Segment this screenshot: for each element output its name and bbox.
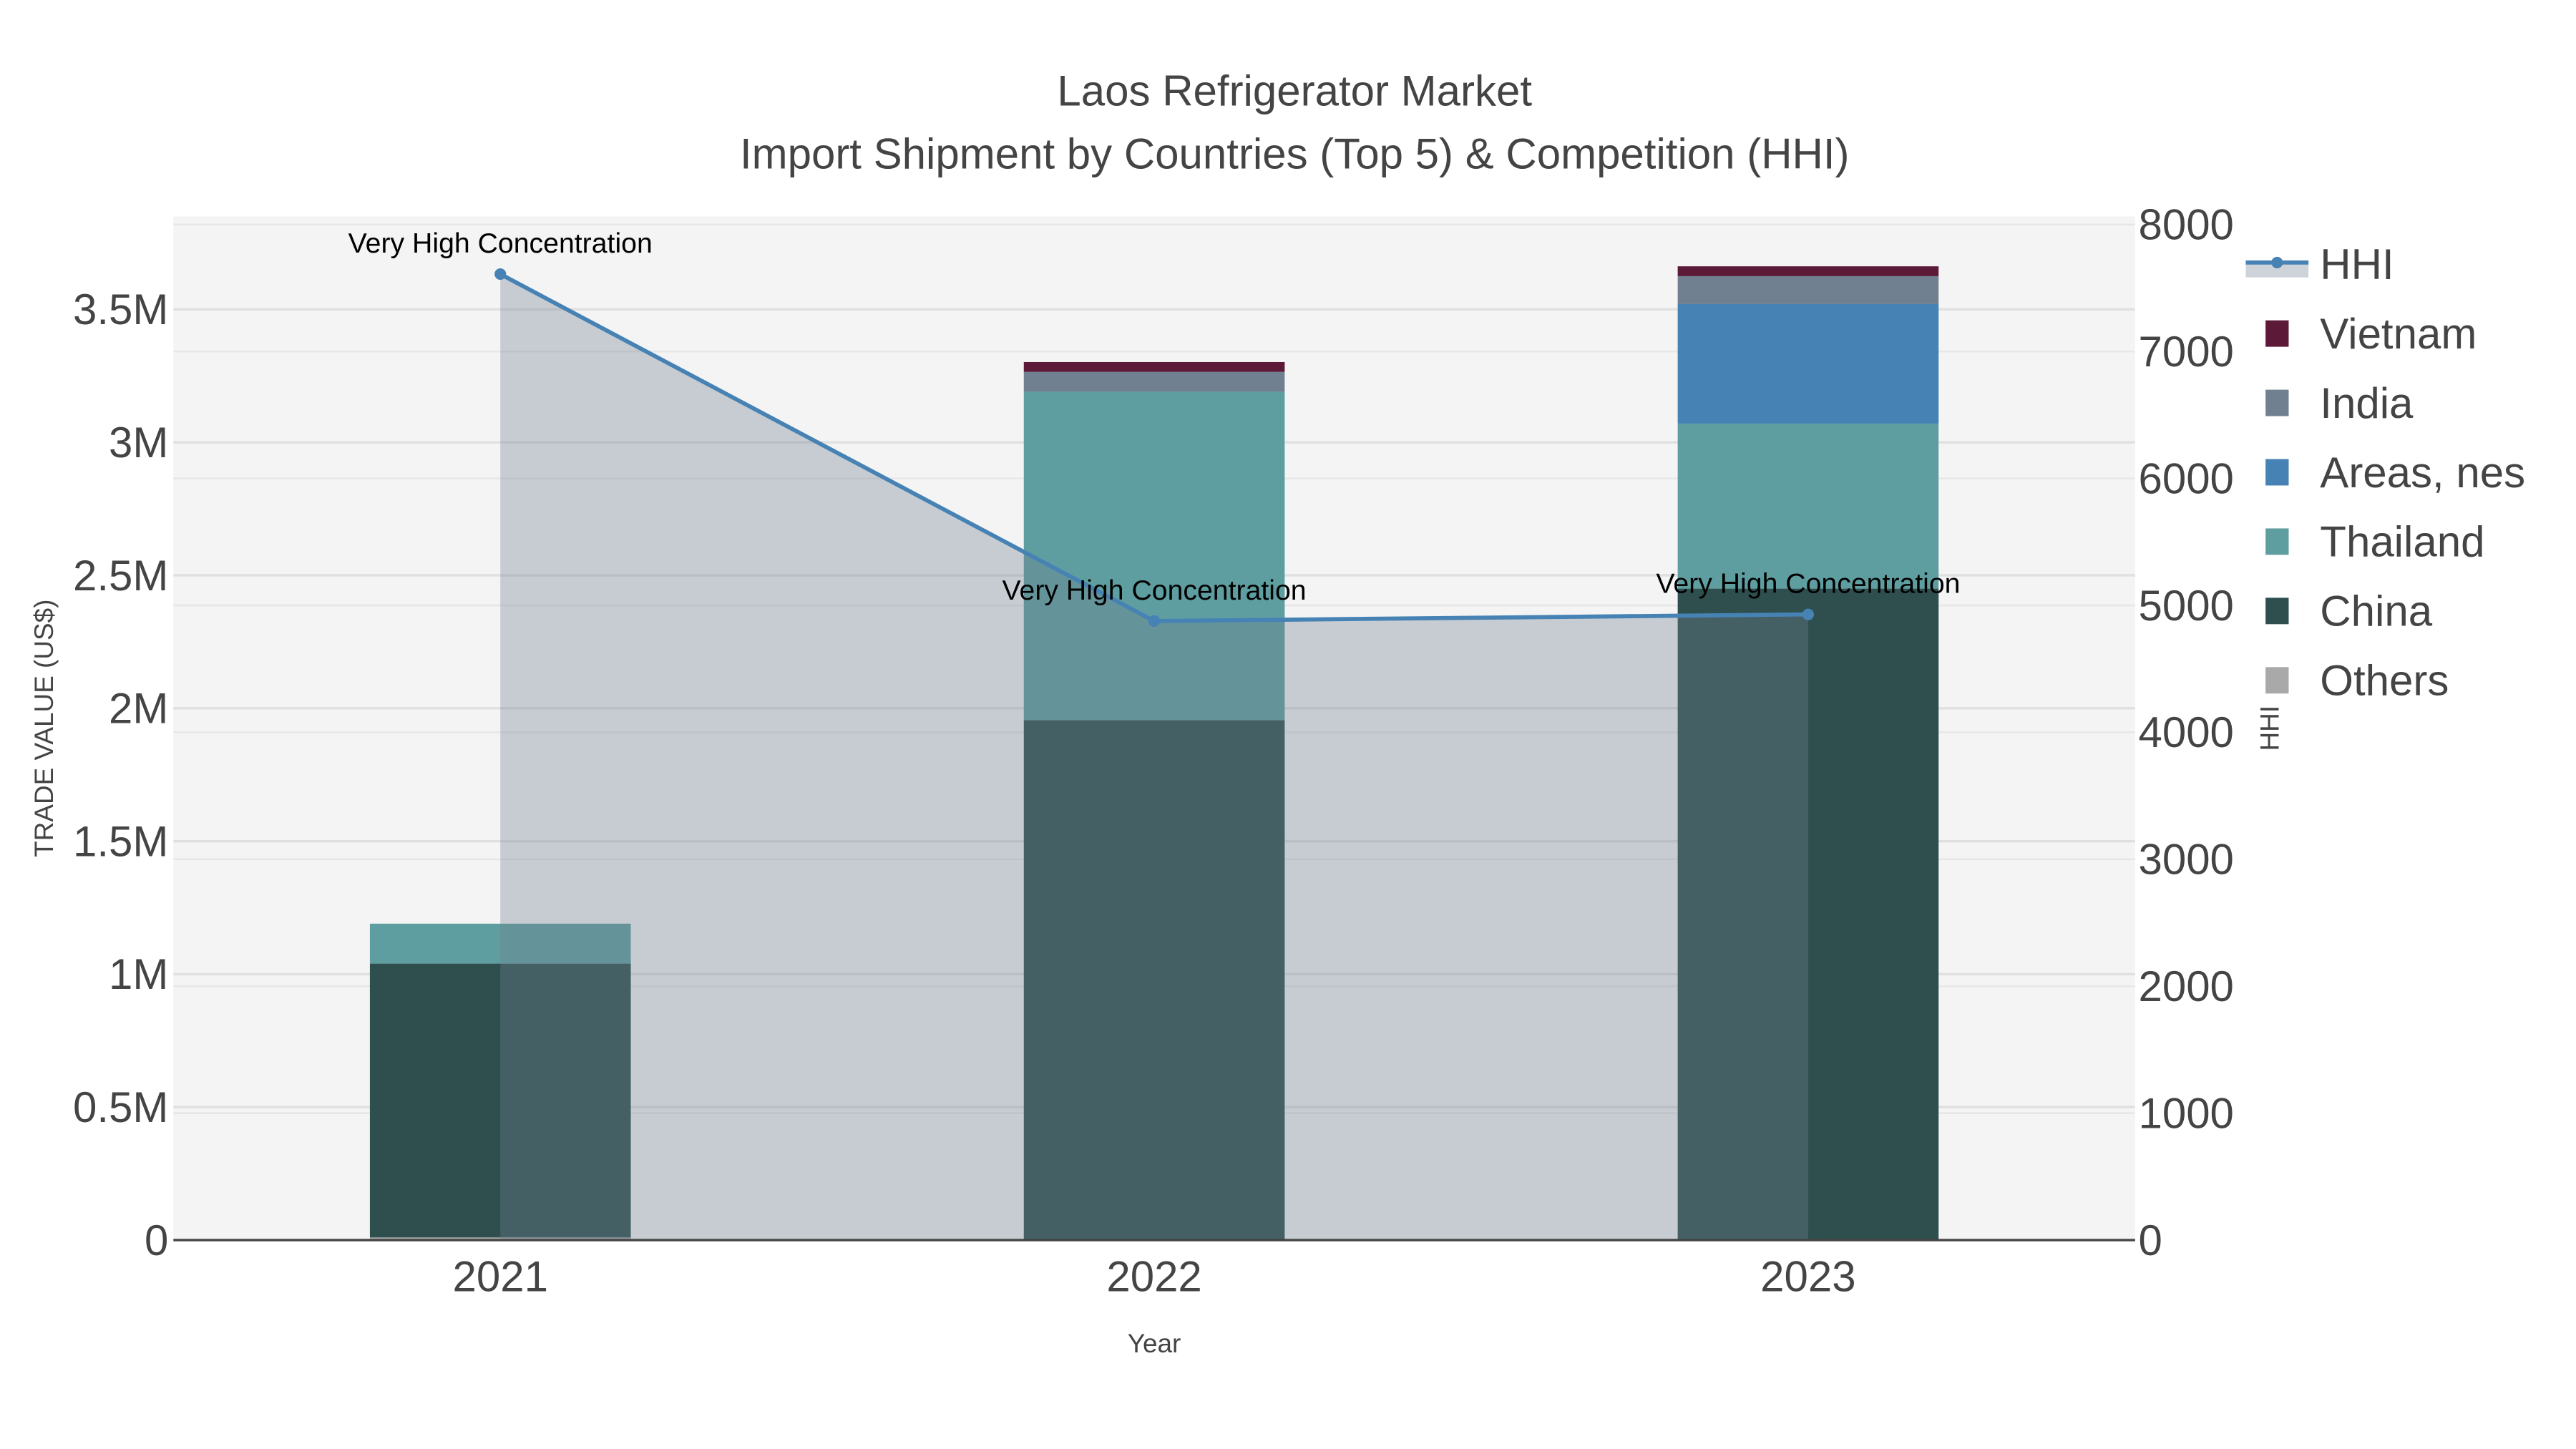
y2-tick-label: 6000: [2138, 454, 2233, 502]
bar-india-2023: [1677, 275, 1939, 304]
hhi-annotation: Very High Concentration: [348, 228, 653, 259]
legend: HHI Vietnam India Areas, nes Thailand China Ot…: [2245, 240, 2525, 705]
legend-swatch-icon: [2265, 320, 2289, 347]
legend-item-label: HHI: [2320, 240, 2394, 288]
y-tick-label: 0.5M: [73, 1083, 168, 1131]
chart-subtitle: Import Shipment by Countries (Top 5) & C…: [740, 130, 1850, 177]
y2-axis-title: HHI: [2255, 706, 2285, 751]
x-axis-title: Year: [1128, 1329, 1181, 1358]
hhi-annotation: Very High Concentration: [1656, 568, 1960, 600]
legend-item-label: Areas, nes: [2320, 449, 2525, 497]
legend-swatch-icon: [2265, 459, 2289, 486]
legend-item-label: Others: [2320, 657, 2449, 705]
y-tick-label: 2M: [109, 685, 168, 733]
hhi-annotation: Very High Concentration: [1002, 575, 1307, 606]
legend-swatch-icon: [2265, 667, 2289, 694]
bar-india-2022: [1023, 371, 1285, 392]
hhi-point-2022: [1148, 615, 1161, 627]
y2-tick-label: 1000: [2138, 1089, 2233, 1137]
y2-tick-label: 8000: [2138, 201, 2233, 249]
legend-item-label: Vietnam: [2320, 310, 2477, 358]
y2-tick-label: 3000: [2138, 836, 2233, 884]
y2-tick-label: 7000: [2138, 328, 2233, 376]
y-tick-label: 0: [145, 1216, 168, 1264]
hhi-point-2023: [1802, 608, 1814, 620]
bar-vietnam-2023: [1677, 266, 1939, 276]
y-tick-label: 1M: [109, 950, 168, 998]
legend-swatch-icon: [2265, 528, 2289, 555]
y2-tick-label: 2000: [2138, 962, 2233, 1010]
y-tick-label: 3M: [109, 419, 168, 467]
legend-item-label: Thailand: [2320, 518, 2484, 566]
y-tick-label: 3.5M: [73, 286, 168, 333]
y2-tick-label: 0: [2138, 1216, 2162, 1264]
legend-item-label: India: [2320, 379, 2414, 427]
x-tick-label: 2022: [1106, 1253, 1201, 1301]
legend-item-label: China: [2320, 587, 2432, 635]
x-tick-label: 2021: [452, 1253, 547, 1301]
y-tick-label: 1.5M: [73, 817, 168, 865]
legend-hhi-marker-icon: [2271, 256, 2283, 268]
legend-swatch-icon: [2265, 597, 2289, 625]
legend-swatch-icon: [2265, 389, 2289, 416]
y2-tick-label: 4000: [2138, 708, 2233, 756]
bar-areas-nes-2023: [1677, 303, 1939, 424]
bar-vietnam-2022: [1023, 361, 1285, 372]
x-tick-label: 2023: [1760, 1253, 1855, 1301]
hhi-point-2021: [494, 268, 507, 280]
y-tick-label: 2.5M: [73, 552, 168, 600]
chart: Very High Concentration Very High Concent…: [29, 67, 2525, 1358]
y2-tick-label: 5000: [2138, 582, 2233, 630]
bar-thailand-2023: [1677, 424, 1939, 589]
y-axis-title: TRADE VALUE (US$): [29, 600, 59, 857]
chart-title: Laos Refrigerator Market: [1057, 67, 1532, 115]
